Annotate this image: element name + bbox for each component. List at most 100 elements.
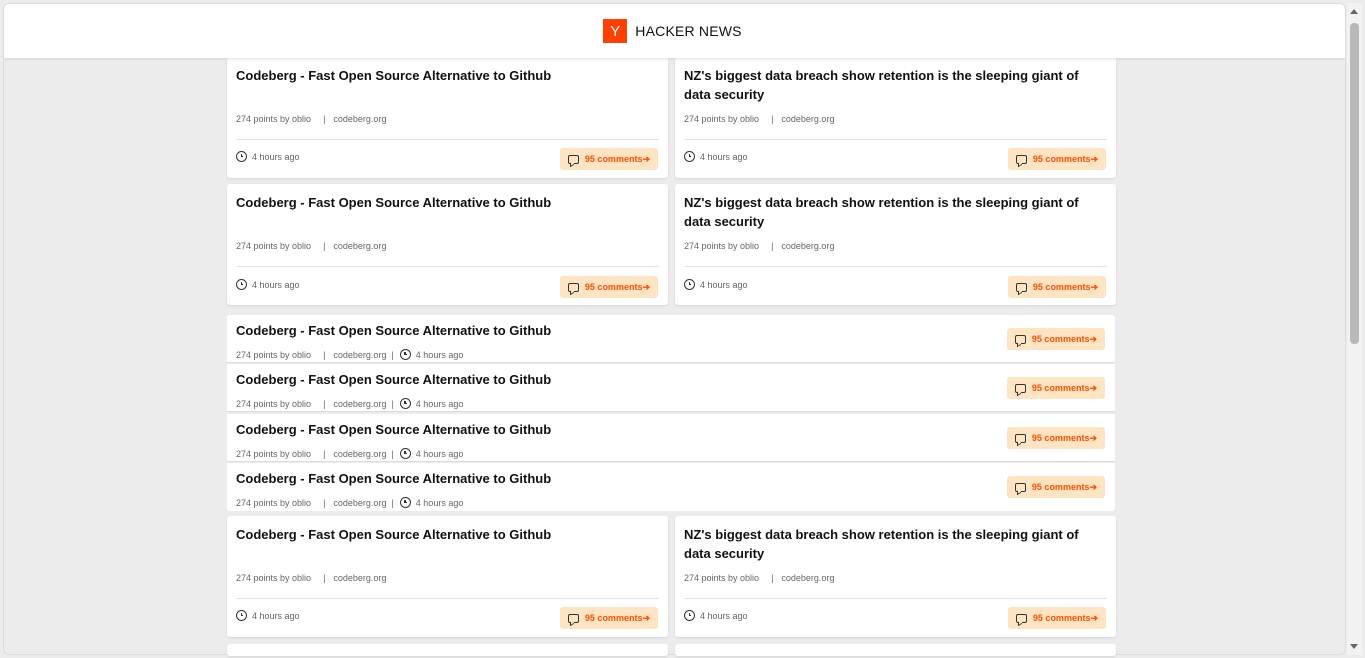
- story-site[interactable]: codeberg.org: [333, 350, 386, 360]
- story-title[interactable]: NZ's biggest data breach show retention …: [684, 525, 1107, 563]
- comments-button[interactable]: 95 comments➔: [1006, 328, 1105, 350]
- story-meta: 274 points by oblio | codeberg.org: [684, 573, 834, 583]
- comment-bubble-icon: [1015, 613, 1027, 623]
- comments-label: 95 comments➔: [1032, 612, 1098, 623]
- story-title[interactable]: Codeberg - Fast Open Source Alternative …: [236, 370, 1106, 389]
- comments-button[interactable]: 95 comments➔: [1007, 276, 1106, 298]
- list-item[interactable]: Codeberg - Fast Open Source Alternative …: [227, 414, 1115, 462]
- story-title[interactable]: Codeberg - Fast Open Source Alternative …: [236, 321, 1106, 340]
- list-item[interactable]: Codeberg - Fast Open Source Alternative …: [227, 364, 1115, 412]
- story-points: 274 points by oblio: [236, 398, 312, 409]
- story-meta: 274 points by oblio | codeberg.org | 4 hours…: [236, 497, 463, 508]
- list-item[interactable]: Codeberg - Fast Open Source Alternative …: [227, 315, 1115, 363]
- story-site[interactable]: codeberg.org: [333, 449, 386, 459]
- list-item[interactable]: Codeberg - Fast Open Source Alternative …: [227, 463, 1115, 511]
- clock-icon: [684, 151, 695, 162]
- story-card[interactable]: Codeberg - Fast Open Source Alternative …: [227, 57, 668, 178]
- comments-button[interactable]: 95 comments➔: [559, 148, 658, 170]
- story-meta: 274 points by oblio | codeberg.org | 4 hours…: [236, 398, 463, 409]
- story-meta: 274 points by oblio | codeberg.org: [684, 114, 834, 124]
- comment-bubble-icon: [1015, 154, 1027, 164]
- time-label: 4 hours ago: [700, 610, 748, 621]
- comments-label: 95 comments➔: [1032, 153, 1098, 164]
- scroll-down-arrow-icon[interactable]: [1350, 644, 1358, 649]
- comment-bubble-icon: [1015, 282, 1027, 292]
- story-meta: 274 points by oblio | codeberg.org | 4 hours…: [236, 448, 463, 459]
- brand-title[interactable]: HACKER NEWS: [635, 23, 741, 39]
- story-meta: 274 points by oblio | codeberg.org: [236, 114, 386, 124]
- comments-button[interactable]: 95 comments➔: [559, 607, 658, 629]
- time-label: 4 hours ago: [252, 151, 300, 162]
- comments-label: 95 comments➔: [584, 153, 650, 164]
- story-time: 4 hours ago: [684, 279, 748, 290]
- story-site[interactable]: codeberg.org: [781, 241, 834, 251]
- comment-bubble-icon: [1014, 334, 1026, 344]
- story-title[interactable]: Codeberg - Fast Open Source Alternative …: [236, 420, 1106, 439]
- story-card[interactable]: NZ's biggest data breach show retention …: [675, 57, 1116, 178]
- story-card[interactable]: [227, 644, 668, 656]
- story-points: 274 points by oblio: [236, 497, 312, 508]
- comment-bubble-icon: [1014, 383, 1026, 393]
- clock-icon: [399, 497, 411, 508]
- scrollbar-thumb[interactable]: [1350, 23, 1359, 344]
- separator: |: [391, 398, 394, 409]
- story-time: 4 hours ago: [684, 610, 748, 621]
- story-card[interactable]: Codeberg - Fast Open Source Alternative …: [227, 516, 668, 637]
- scroll-up-arrow-icon[interactable]: [1350, 9, 1358, 14]
- story-title[interactable]: NZ's biggest data breach show retention …: [684, 66, 1107, 104]
- comment-bubble-icon: [567, 154, 579, 164]
- story-points: 274 points by oblio: [236, 349, 312, 360]
- divider: [236, 139, 659, 140]
- story-title[interactable]: Codeberg - Fast Open Source Alternative …: [236, 66, 659, 85]
- divider: [684, 266, 1107, 267]
- story-site[interactable]: codeberg.org: [333, 399, 386, 409]
- story-site[interactable]: codeberg.org: [333, 114, 386, 124]
- story-site[interactable]: codeberg.org: [333, 498, 386, 508]
- comments-label: 95 comments➔: [1031, 481, 1097, 492]
- clock-icon: [236, 610, 247, 621]
- story-site[interactable]: codeberg.org: [333, 573, 386, 583]
- time-label: 4 hours ago: [415, 448, 464, 459]
- comments-label: 95 comments➔: [584, 281, 650, 292]
- comments-button[interactable]: 95 comments➔: [1006, 476, 1105, 498]
- story-card[interactable]: NZ's biggest data breach show retention …: [675, 516, 1116, 637]
- separator: |: [391, 349, 394, 360]
- story-card[interactable]: NZ's biggest data breach show retention …: [675, 184, 1116, 305]
- story-points: 274 points by oblio: [684, 114, 760, 124]
- story-site[interactable]: codeberg.org: [781, 573, 834, 583]
- story-title[interactable]: NZ's biggest data breach show retention …: [684, 193, 1107, 231]
- comments-button[interactable]: 95 comments➔: [1007, 607, 1106, 629]
- logo[interactable]: Y: [603, 19, 628, 43]
- comments-button[interactable]: 95 comments➔: [559, 276, 658, 298]
- comments-button[interactable]: 95 comments➔: [1006, 377, 1105, 399]
- story-meta: 274 points by oblio | codeberg.org: [684, 241, 834, 251]
- time-label: 4 hours ago: [252, 610, 300, 621]
- comments-label: 95 comments➔: [1031, 333, 1097, 344]
- divider: [236, 266, 659, 267]
- comments-button[interactable]: 95 comments➔: [1007, 148, 1106, 170]
- divider: [684, 598, 1107, 599]
- story-title[interactable]: Codeberg - Fast Open Source Alternative …: [236, 525, 659, 544]
- story-points: 274 points by oblio: [236, 241, 312, 251]
- time-label: 4 hours ago: [415, 398, 464, 409]
- scrollbar[interactable]: [1347, 3, 1362, 655]
- clock-icon: [399, 398, 411, 409]
- divider: [236, 598, 659, 599]
- story-site[interactable]: codeberg.org: [333, 241, 386, 251]
- story-meta: 274 points by oblio | codeberg.org: [236, 241, 386, 251]
- story-title[interactable]: Codeberg - Fast Open Source Alternative …: [236, 193, 659, 212]
- comments-button[interactable]: 95 comments➔: [1006, 427, 1105, 449]
- comment-bubble-icon: [567, 282, 579, 292]
- time-label: 4 hours ago: [415, 497, 464, 508]
- clock-icon: [684, 610, 695, 621]
- separator: |: [323, 349, 326, 360]
- story-card[interactable]: [675, 644, 1116, 656]
- separator: |: [391, 448, 394, 459]
- story-time: 4 hours ago: [684, 151, 748, 162]
- clock-icon: [236, 151, 247, 162]
- story-site[interactable]: codeberg.org: [781, 114, 834, 124]
- comment-bubble-icon: [1014, 433, 1026, 443]
- separator: |: [323, 241, 326, 251]
- story-title[interactable]: Codeberg - Fast Open Source Alternative …: [236, 469, 1106, 488]
- story-card[interactable]: Codeberg - Fast Open Source Alternative …: [227, 184, 668, 305]
